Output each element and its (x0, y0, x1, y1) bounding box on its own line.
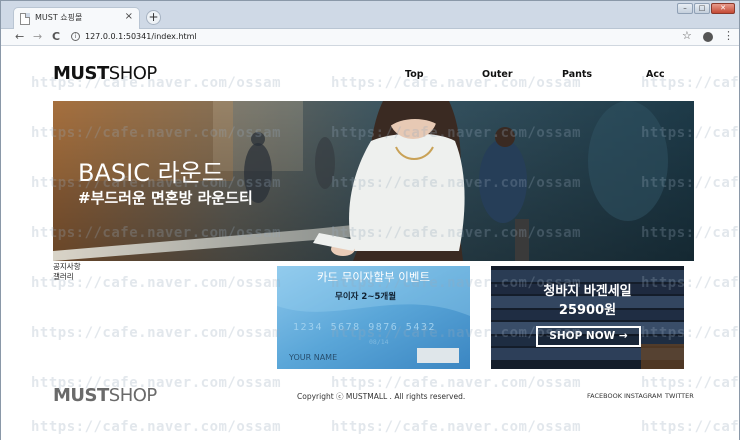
nav-item-acc[interactable]: Acc (646, 69, 665, 80)
close-window-button[interactable]: ✕ (711, 3, 735, 14)
logo-must: MUST (53, 63, 109, 84)
nav-item-pants[interactable]: Pants (562, 69, 592, 80)
tab-title: MUST 쇼핑몰 (35, 13, 83, 22)
watermark-text: https://cafe.naver.com/ossam (331, 419, 582, 435)
forward-button[interactable]: → (33, 30, 42, 44)
card-number: 1234 5678 9876 5432 (293, 322, 436, 333)
reload-button[interactable]: C (52, 30, 60, 44)
browser-tab[interactable]: MUST 쇼핑몰 × (13, 7, 140, 29)
nav-item-outer[interactable]: Outer (482, 69, 513, 80)
card-event-banner[interactable]: 1234 5678 9876 5432 08/14 YOUR NAME 카드 무… (277, 266, 470, 369)
site-info-icon[interactable]: i (71, 32, 80, 41)
watermark-text: https://cafe.naver.com/ossam (641, 419, 739, 435)
new-tab-button[interactable]: + (146, 10, 161, 25)
bookmark-star-icon[interactable]: ☆ (682, 29, 692, 42)
gallery-link[interactable]: 갤러리 (53, 272, 81, 282)
jeans-sale-price: 25900원 (558, 303, 617, 318)
card-small-text: 08/14 (369, 338, 389, 346)
account-icon[interactable] (703, 32, 713, 42)
hero-banner[interactable]: BASIC 라운드 #부드러운 면혼방 라운드티 (53, 101, 694, 261)
address-bar[interactable]: 127.0.0.1:50341/index.html (85, 31, 197, 43)
facebook-link[interactable]: FACEBOOK (587, 392, 622, 400)
nav-item-top[interactable]: Top (405, 69, 424, 80)
footer-logo[interactable]: MUSTSHOP (53, 385, 157, 406)
browser-titlebar: MUST 쇼핑몰 × + – □ ✕ (1, 1, 739, 29)
twitter-link[interactable]: TWITTER (665, 392, 694, 400)
tab-close-icon[interactable]: × (125, 11, 133, 23)
jeans-sale-banner[interactable]: 청바지 바겐세일 25900원 SHOP NOW → (491, 266, 684, 369)
card-event-title: 카드 무이자할부 이벤트 (316, 270, 431, 284)
watermark-text: https://cafe.naver.com/ossam (31, 325, 282, 341)
minimize-button[interactable]: – (677, 3, 693, 14)
page-viewport: MUSTSHOP Top Outer Pants Acc BASIC 라운드 #… (1, 47, 739, 440)
watermark-text: https://cafe.naver.com/ossam (641, 375, 739, 391)
jeans-sale-title: 청바지 바겐세일 (543, 284, 632, 299)
watermark-text: https://cafe.naver.com/ossam (31, 419, 282, 435)
banner-subtitle: #부드러운 면혼방 라운드티 (78, 189, 253, 207)
footer-logo-must: MUST (53, 385, 109, 406)
footer-logo-shop: SHOP (108, 385, 157, 406)
window-controls: – □ ✕ (677, 3, 735, 14)
sidebar-links: 공지사항 갤러리 (53, 262, 81, 282)
banner-title: BASIC 라운드 (78, 159, 224, 187)
card-event-subtitle: 무이자 2~5개월 (335, 292, 397, 302)
watermark-text: https://cafe.naver.com/ossam (331, 375, 582, 391)
page-favicon-icon (20, 13, 30, 25)
maximize-button[interactable]: □ (694, 3, 710, 14)
shop-now-button[interactable]: SHOP NOW → (536, 326, 641, 347)
card-name: YOUR NAME (288, 353, 337, 362)
browser-window: MUST 쇼핑몰 × + – □ ✕ ← → C i 127.0.0.1:503… (0, 0, 740, 440)
copyright-text: Copyright ⓒ MUSTMALL . All rights reserv… (297, 392, 466, 401)
notice-link[interactable]: 공지사항 (53, 262, 81, 272)
browser-toolbar: ← → C i 127.0.0.1:50341/index.html ☆ ⋮ (1, 29, 739, 46)
watermark-text: https://cafe.naver.com/ossam (331, 75, 582, 91)
browser-menu-icon[interactable]: ⋮ (723, 29, 734, 43)
site-logo[interactable]: MUSTSHOP (53, 63, 157, 84)
instagram-link[interactable]: INSTAGRAM (624, 392, 662, 400)
logo-shop: SHOP (108, 63, 157, 84)
back-button[interactable]: ← (15, 30, 24, 44)
